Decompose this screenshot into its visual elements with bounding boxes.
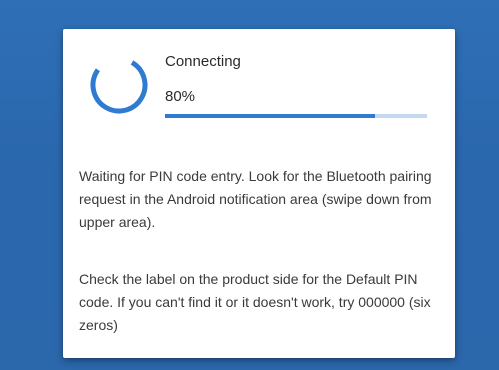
- connecting-dialog: Connecting 80% Waiting for PIN code entr…: [63, 29, 455, 358]
- progress-percent: 80%: [165, 88, 196, 105]
- loading-spinner-icon: [90, 56, 148, 114]
- progress-bar-fill: [165, 114, 375, 118]
- pin-instructions-text: Waiting for PIN code entry. Look for the…: [79, 168, 432, 230]
- status-title: Connecting: [165, 53, 241, 70]
- progress-bar: [165, 114, 427, 118]
- default-pin-text: Check the label on the product side for …: [79, 271, 431, 333]
